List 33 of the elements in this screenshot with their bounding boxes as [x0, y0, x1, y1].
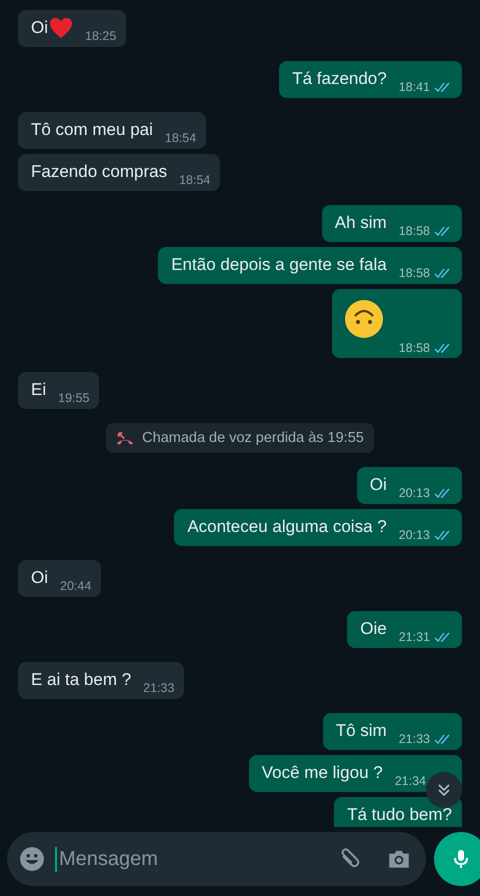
message-time: 20:13	[398, 486, 430, 500]
message-text: Oie	[360, 618, 387, 640]
message-text: Oi	[31, 17, 48, 39]
message-text: Oi	[370, 474, 387, 496]
message-text: Ah sim	[334, 212, 387, 234]
message-composer-field[interactable]: Mensagem	[7, 832, 426, 886]
message-time: 18:58	[398, 224, 430, 238]
message-time: 21:31	[398, 630, 430, 644]
message-time: 21:33	[398, 732, 430, 746]
message-time: 18:54	[164, 131, 196, 145]
message-text: Tô sim	[336, 720, 387, 742]
message-input-field[interactable]: Mensagem	[55, 846, 326, 872]
message-text: Oi	[31, 567, 48, 589]
message-time: 21:34	[394, 774, 426, 788]
message-text: Tá fazendo?	[292, 68, 387, 90]
message-text: E ai ta bem ?	[31, 669, 132, 691]
notice-text: Chamada de voz perdida às 19:55	[142, 430, 364, 446]
message-time: 18:41	[398, 80, 430, 94]
message-time: 18:54	[179, 173, 210, 187]
message-time: 20:44	[60, 579, 92, 593]
message-text: Tô com meu pai	[31, 119, 153, 141]
message-time: 20:13	[398, 528, 430, 542]
message-text: Ei	[31, 379, 46, 401]
message-text: Aconteceu alguma coisa ?	[187, 516, 387, 538]
message-time: 18:58	[398, 341, 430, 355]
message-text: Você me ligou ?	[262, 762, 383, 784]
message-text: Fazendo compras	[31, 161, 168, 183]
message-text: Então depois a gente se fala	[171, 254, 387, 276]
message-time: 18:25	[85, 29, 116, 43]
message-time: 19:55	[58, 391, 90, 405]
message-time: 21:33	[143, 681, 174, 695]
message-time: 18:58	[398, 266, 430, 280]
message-text: Tá tudo bem?	[347, 804, 452, 826]
